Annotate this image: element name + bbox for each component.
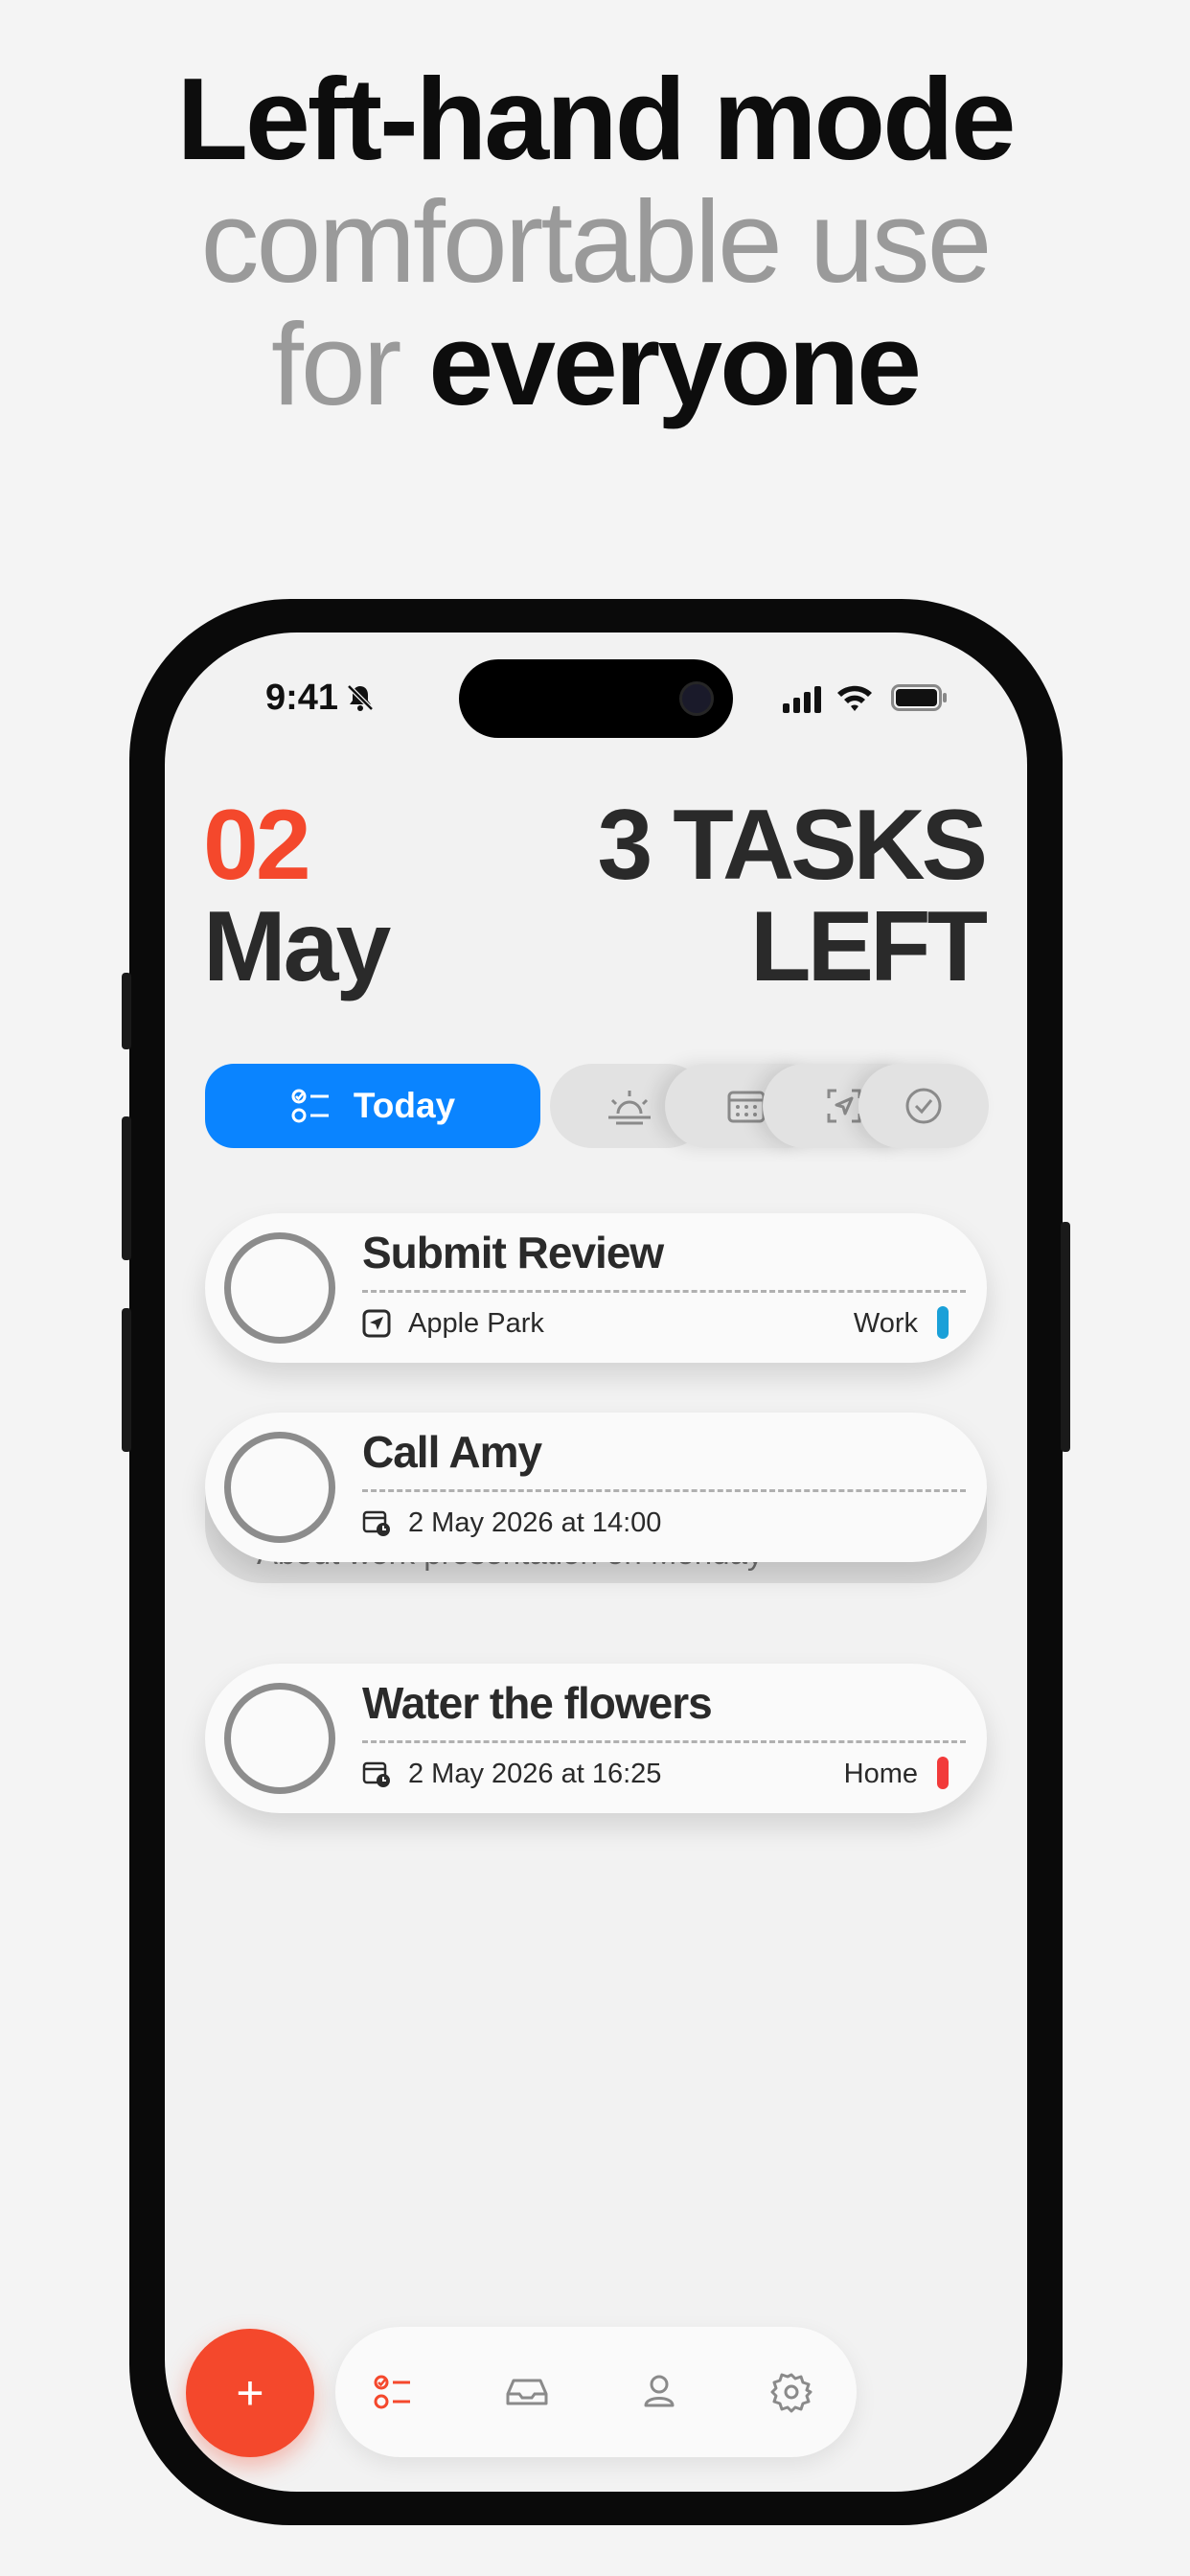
headline-line2: comfortable use — [200, 176, 993, 307]
divider — [362, 1740, 966, 1743]
sunrise-icon — [608, 1091, 651, 1125]
task-tag: Work — [853, 1308, 918, 1339]
filter-today-label: Today — [353, 1086, 456, 1125]
tag-color-bar — [937, 1306, 949, 1339]
headline-line1: Left-hand mode — [176, 54, 1017, 184]
phone-side-button — [1061, 1222, 1070, 1452]
check-circle-icon — [905, 1088, 942, 1124]
phone-side-button — [122, 973, 131, 1049]
bell-slash-icon — [347, 684, 374, 711]
task-card[interactable]: Call Amy 2 May 2026 at 14:00 — [205, 1413, 987, 1562]
headline-line3: for everyone — [0, 303, 1190, 426]
plus-icon: + — [236, 2366, 264, 2420]
task-location: Apple Park — [408, 1308, 544, 1339]
tasks-left-count: 3 TASKS — [597, 790, 988, 901]
add-task-button[interactable]: + — [186, 2329, 314, 2457]
location-arrow-icon — [362, 1309, 391, 1338]
task-title: Water the flowers — [362, 1678, 713, 1728]
camera-icon — [679, 681, 714, 716]
battery-icon — [891, 684, 947, 711]
task-title: Call Amy — [362, 1427, 542, 1477]
tab-bar — [335, 2327, 857, 2457]
divider — [362, 1489, 966, 1492]
tasks-left-label: LEFT — [750, 891, 988, 1002]
headline-line3-grey: for — [270, 299, 401, 429]
calendar-clock-icon — [362, 1761, 390, 1787]
tag-color-bar — [937, 1757, 949, 1789]
profile-icon[interactable] — [630, 2363, 688, 2421]
marketing-headline: Left-hand mode comfortable use for every… — [0, 58, 1190, 426]
task-title: Submit Review — [362, 1228, 664, 1277]
phone-screen: 9:41 02 May 3 TASKS LEFT Today Submit Re… — [165, 632, 1027, 2492]
filter-chips — [550, 1064, 989, 1148]
calendar-icon — [727, 1091, 766, 1123]
divider — [362, 1290, 966, 1293]
task-card[interactable]: Submit Review Apple Park Work — [205, 1213, 987, 1363]
task-checkbox[interactable] — [224, 1432, 335, 1543]
signal-icon — [783, 686, 821, 713]
tasks-icon[interactable] — [366, 2363, 423, 2421]
dynamic-island — [459, 659, 733, 738]
checklist-icon — [291, 1089, 329, 1123]
task-checkbox[interactable] — [224, 1232, 335, 1344]
inbox-icon[interactable] — [498, 2363, 556, 2421]
settings-icon[interactable] — [763, 2363, 820, 2421]
task-checkbox[interactable] — [224, 1683, 335, 1794]
wifi-icon — [837, 685, 872, 711]
headline-line3-dark: everyone — [428, 299, 922, 429]
date-month: May — [203, 891, 391, 1002]
filter-today-button[interactable]: Today — [205, 1064, 540, 1148]
task-due-date: 2 May 2026 at 16:25 — [408, 1759, 662, 1789]
date-day: 02 — [203, 790, 311, 901]
task-due-date: 2 May 2026 at 14:00 — [408, 1507, 662, 1538]
task-card[interactable]: Water the flowers 2 May 2026 at 16:25 Ho… — [205, 1664, 987, 1813]
phone-side-button — [122, 1116, 131, 1260]
status-time: 9:41 — [265, 678, 339, 718]
filter-completed-button[interactable] — [858, 1064, 989, 1148]
calendar-clock-icon — [362, 1510, 390, 1536]
task-tag: Home — [843, 1759, 918, 1789]
phone-side-button — [122, 1308, 131, 1452]
